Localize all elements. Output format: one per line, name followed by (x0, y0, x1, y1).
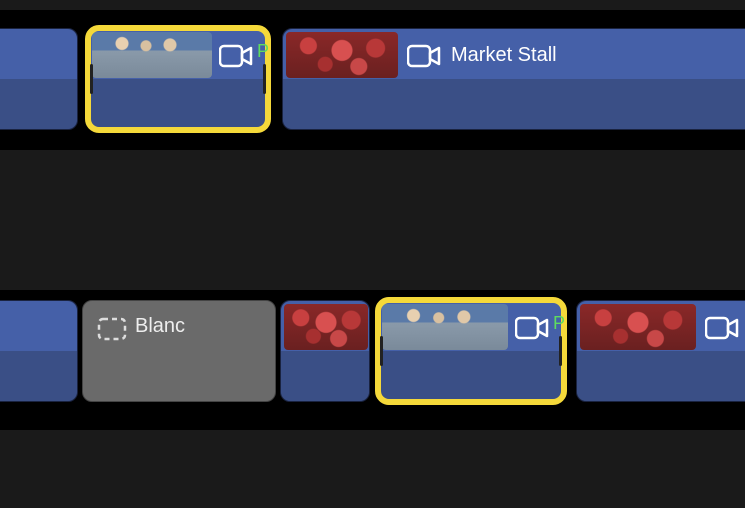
clip-thumbnail (92, 32, 212, 78)
clip-thumbnail (284, 304, 368, 350)
clip-thumbnail (382, 304, 508, 350)
clip-title: Blanc (135, 315, 185, 338)
camera-icon (219, 43, 253, 69)
video-clip[interactable] (0, 28, 78, 130)
video-clip-selected[interactable]: P (88, 28, 268, 130)
video-clip[interactable] (280, 300, 370, 402)
video-clip[interactable] (0, 300, 78, 402)
camera-icon (407, 43, 441, 69)
timeline-track-upper: P Market Stall (0, 0, 745, 150)
proxy-indicator: P (553, 313, 565, 334)
gap-icon (97, 317, 127, 341)
video-clip-market-stall[interactable]: Market Stall (282, 28, 745, 130)
proxy-indicator: P (257, 41, 269, 62)
clip-thumbnail (580, 304, 696, 350)
camera-icon (515, 315, 549, 341)
gap-clip[interactable]: Blanc (82, 300, 276, 402)
clip-title: Market Stall (451, 44, 557, 67)
timeline-track-lower: Blanc P (0, 280, 745, 430)
video-clip-selected[interactable]: P (378, 300, 564, 402)
video-clip[interactable] (576, 300, 745, 402)
clip-thumbnail (286, 32, 398, 78)
camera-icon (705, 315, 739, 341)
